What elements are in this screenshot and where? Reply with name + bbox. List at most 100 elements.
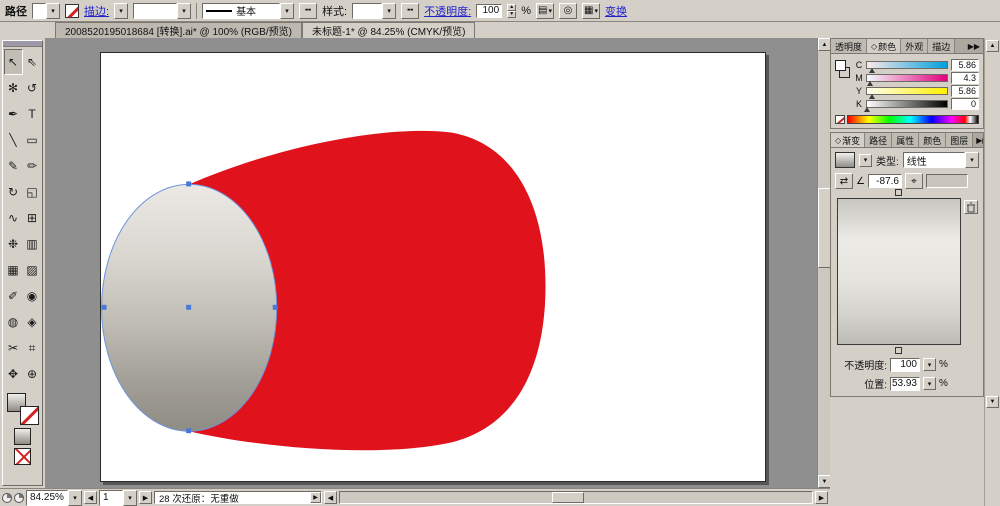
slider-marker-y[interactable] (869, 94, 875, 99)
anchor-bottom[interactable] (186, 428, 191, 433)
rotate-tool[interactable]: ↻ (4, 179, 23, 205)
slider-track-y[interactable] (866, 87, 948, 95)
stroke-none-swatch[interactable] (65, 4, 79, 18)
up-icon[interactable]: ▲ (507, 4, 516, 11)
screen-mode-icon-2[interactable] (14, 493, 24, 503)
scale-tool[interactable]: ◱ (23, 179, 42, 205)
vertical-scroll-thumb[interactable] (818, 188, 830, 268)
live-paint-bucket-tool[interactable]: ◍ (4, 309, 23, 335)
live-paint-selection-tool[interactable]: ◈ (23, 309, 42, 335)
eyedropper-tool[interactable]: ✐ (4, 283, 23, 309)
next-page-button[interactable]: ▶ (139, 491, 152, 504)
color-group-tab-4[interactable]: 描边 (928, 39, 955, 53)
variable-width-icon[interactable]: ╍ (299, 3, 317, 19)
direct-selection-tool[interactable]: ⇖ (23, 49, 42, 75)
previous-page-button[interactable]: ◀ (84, 491, 97, 504)
mesh-tool[interactable]: ▦ (4, 257, 23, 283)
gradient-group-tab-4[interactable]: 颜色 (919, 133, 946, 147)
gradient-group-more-icon[interactable]: ▶▶ (973, 133, 983, 147)
stroke-weight-select[interactable]: ▾ (133, 3, 191, 19)
slider-marker-c[interactable] (869, 68, 875, 73)
paintbrush-tool[interactable]: ✎ (4, 153, 23, 179)
stop-opacity-input[interactable]: 100 (890, 358, 920, 372)
screen-mode-icon-1[interactable] (2, 493, 12, 503)
artboard-navigation-select[interactable]: 1 ▾ (99, 490, 137, 506)
gradient-type-select[interactable]: 线性 ▾ (903, 152, 979, 168)
slider-track-c[interactable] (866, 61, 948, 69)
doc-tab-1[interactable]: 2008520195018684 [转换].ai* @ 100% (RGB/预览… (55, 22, 302, 38)
rectangle-tool[interactable]: ▭ (23, 127, 42, 153)
anchor-right[interactable] (273, 305, 278, 310)
graph-menu-icon[interactable]: ▤ ▾ (536, 3, 554, 19)
selection-tool[interactable]: ↖ (4, 49, 23, 75)
slider-value-c[interactable]: 5.86 (951, 59, 979, 71)
hscroll-left-button[interactable]: ◀ (324, 491, 337, 504)
opacity-link[interactable]: 不透明度: (424, 3, 471, 19)
canvas-area[interactable]: ▲ ▼ (45, 38, 830, 488)
vertical-scrollbar[interactable]: ▲ ▼ (817, 38, 830, 488)
align-menu-icon[interactable]: ▦ ▾ (582, 3, 600, 19)
dock-scroll-up-button[interactable]: ▲ (986, 40, 999, 52)
type-tool[interactable]: T (23, 101, 42, 127)
gradient-paint-button[interactable] (14, 428, 31, 445)
stop-position-input[interactable]: 53.93 (890, 377, 920, 391)
gradient-group-tab-2[interactable]: 路径 (865, 133, 892, 147)
dock-scrollbar[interactable]: ▲ ▼ (984, 38, 1000, 506)
gradient-group-tab-5[interactable]: 图层 (946, 133, 973, 147)
column-graph-tool[interactable]: ▥ (23, 231, 42, 257)
slider-track-k[interactable] (866, 100, 948, 108)
chevron-down-icon[interactable]: ▾ (923, 358, 936, 371)
fill-color-select[interactable]: ▾ (32, 3, 60, 19)
gradient-group-tab-1[interactable]: ◇渐变 (831, 133, 865, 147)
free-transform-tool[interactable]: ⊞ (23, 205, 42, 231)
symbol-sprayer-tool[interactable]: ❉ (4, 231, 23, 257)
down-icon[interactable]: ▼ (507, 11, 516, 18)
color-group-tab-3[interactable]: 外观 (901, 39, 928, 53)
gradient-menu-icon[interactable]: ▾ (859, 154, 872, 167)
crop-tool[interactable]: ⌗ (23, 335, 42, 361)
gradient-stop-end[interactable] (895, 347, 902, 354)
warp-tool[interactable]: ∿ (4, 205, 23, 231)
color-spectrum-bar[interactable] (847, 115, 979, 124)
horizontal-scroll-thumb[interactable] (552, 492, 584, 503)
delete-stop-button[interactable] (964, 200, 978, 214)
dock-scroll-down-button[interactable]: ▼ (986, 396, 999, 408)
slider-track-m[interactable] (866, 74, 948, 82)
blend-tool[interactable]: ◉ (23, 283, 42, 309)
brush-definition-select[interactable]: 基本 ▾ (202, 3, 294, 19)
doc-tab-2[interactable]: 未标题-1* @ 84.25% (CMYK/预览) (302, 22, 476, 38)
transform-link[interactable]: 变换 (605, 3, 627, 19)
status-readout[interactable]: 28 次还原：无重做 ▶ (154, 491, 322, 504)
chevron-down-icon[interactable]: ▾ (923, 377, 936, 390)
color-group-more-icon[interactable]: ▶▶ (965, 39, 983, 53)
hscroll-right-button[interactable]: ▶ (815, 491, 828, 504)
color-group-tab-1[interactable]: 透明度 (831, 39, 867, 53)
color-group-tab-2[interactable]: ◇颜色 (867, 39, 901, 53)
zoom-tool[interactable]: ⊕ (23, 361, 42, 387)
artboard[interactable] (100, 52, 766, 482)
slider-marker-k[interactable] (864, 107, 870, 112)
lasso-tool[interactable]: ↺ (23, 75, 42, 101)
recolor-artwork-icon[interactable]: ◎ (559, 3, 577, 19)
anchor-left[interactable] (102, 305, 107, 310)
gradient-tool[interactable]: ▨ (23, 257, 42, 283)
dashed-line-icon[interactable]: ╍ (401, 3, 419, 19)
zoom-control[interactable]: 84.25% ▾ (26, 490, 82, 506)
line-segment-tool[interactable]: ╲ (4, 127, 23, 153)
slider-value-y[interactable]: 5.86 (951, 85, 979, 97)
aspect-ratio-icon[interactable]: ⌖ (905, 173, 923, 189)
slice-tool[interactable]: ✂ (4, 335, 23, 361)
gradient-stop-start[interactable] (895, 189, 902, 196)
anchor-center[interactable] (186, 305, 191, 310)
slider-value-k[interactable]: 0 (951, 98, 979, 110)
hand-tool[interactable]: ✥ (4, 361, 23, 387)
opacity-stepper[interactable]: ▲ ▼ (507, 4, 516, 18)
reverse-gradient-icon[interactable]: ⇄ (835, 173, 853, 189)
horizontal-scrollbar[interactable] (339, 491, 813, 504)
stroke-link[interactable]: 描边: (84, 3, 109, 19)
gradient-thumbnail[interactable] (835, 152, 855, 168)
anchor-top[interactable] (186, 181, 191, 186)
scroll-down-button[interactable]: ▼ (818, 475, 830, 488)
panel-fill-swatch[interactable] (835, 60, 846, 71)
gradient-group-tab-3[interactable]: 属性 (892, 133, 919, 147)
